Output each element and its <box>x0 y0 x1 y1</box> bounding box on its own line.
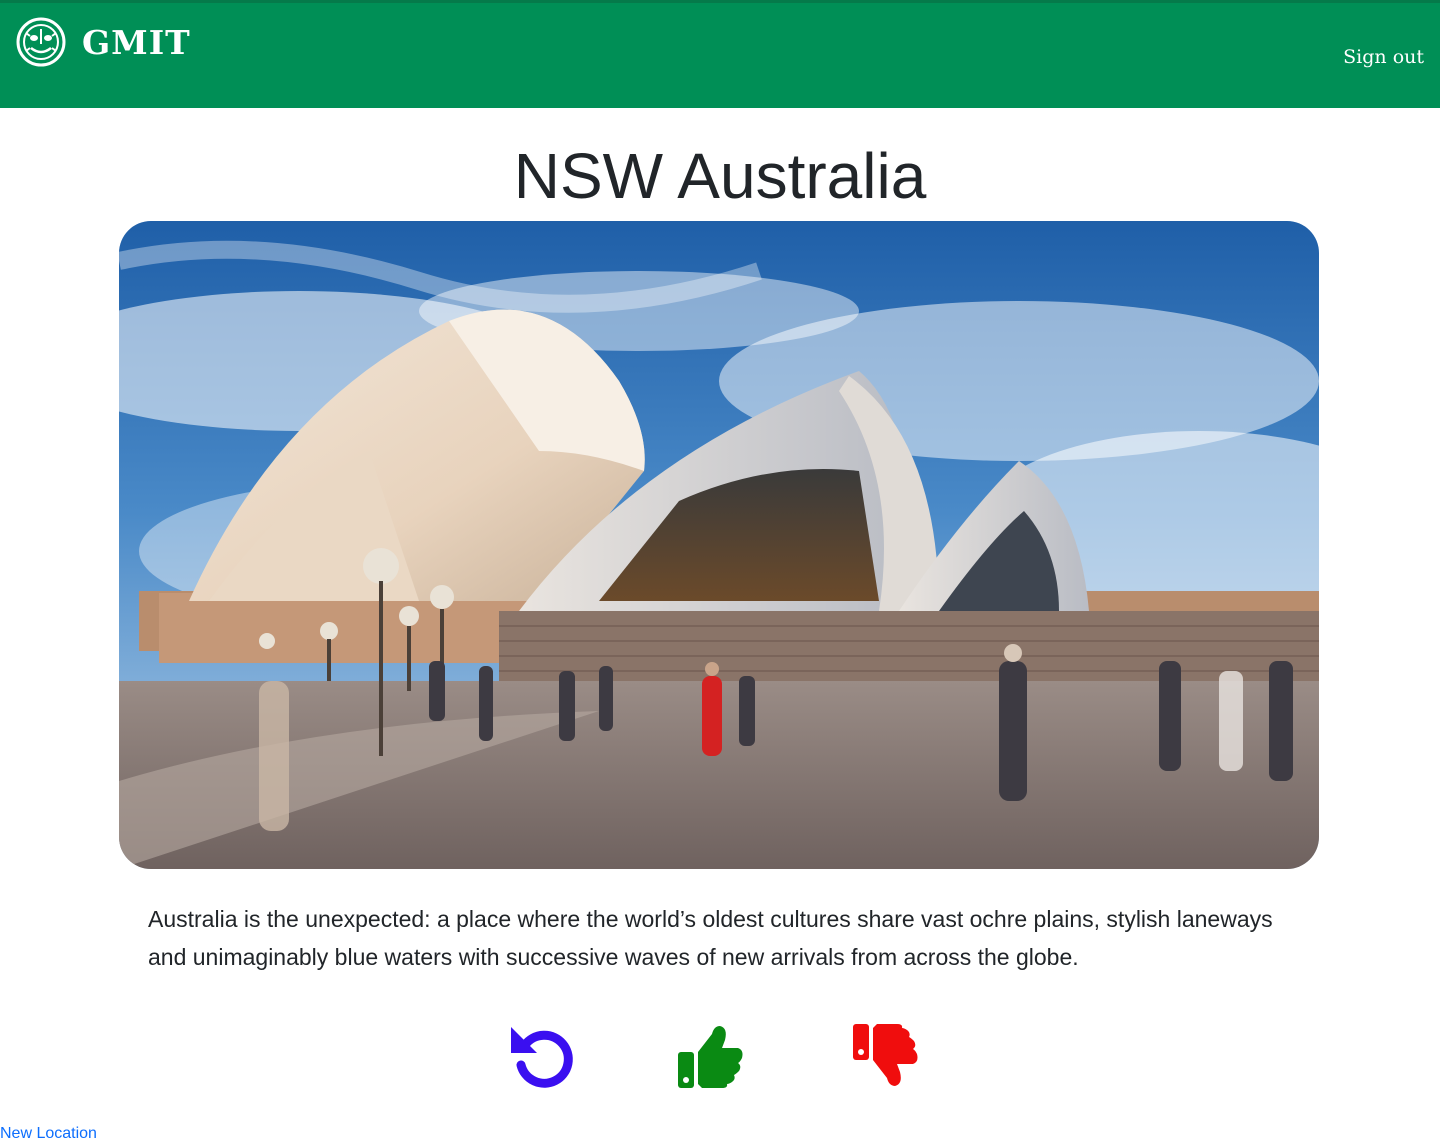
like-button[interactable] <box>676 1022 744 1090</box>
location-photo <box>119 221 1319 869</box>
thumbs-down-icon <box>853 1024 918 1086</box>
new-location-link[interactable]: New Location <box>0 1125 97 1143</box>
reload-button[interactable] <box>508 1022 576 1090</box>
thumbs-up-icon <box>678 1026 743 1088</box>
top-navbar: GMIT Sign out <box>0 0 1440 108</box>
rotate-left-icon <box>511 1027 573 1088</box>
sign-out-link[interactable]: Sign out <box>1343 46 1424 68</box>
location-description: Australia is the unexpected: a place whe… <box>148 906 1273 970</box>
gmit-crest-icon <box>16 17 66 67</box>
brand-name: GMIT <box>82 22 191 62</box>
dislike-button[interactable] <box>851 1022 919 1090</box>
brand-home-link[interactable]: GMIT <box>16 17 191 67</box>
page-title: NSW Australia <box>513 140 927 212</box>
